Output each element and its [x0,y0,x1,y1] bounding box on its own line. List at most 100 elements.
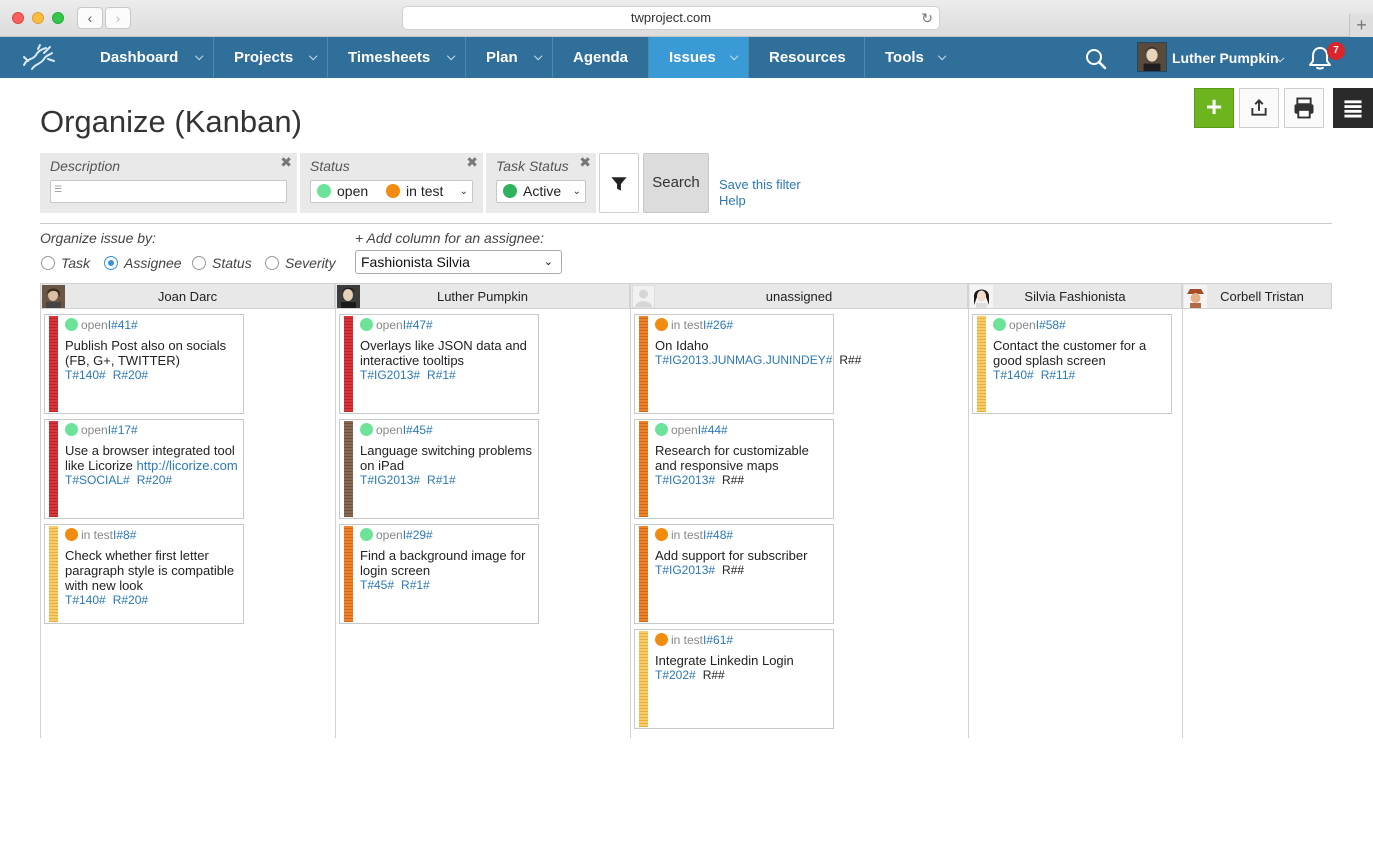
chevron-down-icon: ⌄ [459,186,468,197]
nav-resources[interactable]: Resources [749,37,865,78]
close-icon[interactable]: ✖ [466,154,478,171]
severity-bar[interactable] [344,421,353,517]
issue-card[interactable]: openI#41# Publish Post also on socials (F… [44,314,244,414]
resource-code-link[interactable]: R#20# [113,368,148,382]
chevron-down-icon[interactable]: ⌵ [938,37,946,78]
severity-bar[interactable] [49,421,58,517]
close-icon[interactable]: ✖ [579,154,591,171]
status-text: in test [671,633,704,647]
resource-code-link[interactable]: R#20# [113,593,148,607]
close-window-button[interactable] [12,12,24,24]
issue-card[interactable]: in testI#48# Add support for subscriber T#… [634,524,834,624]
main-navigation: Dashboard ⌵ Projects ⌵ Timesheets ⌵ Plan… [0,37,1373,78]
issue-meta: T#IG2013# R#1# [360,473,535,488]
issue-id-link[interactable]: I#41# [108,318,138,332]
severity-bar[interactable] [639,631,648,727]
notification-badge[interactable]: 7 [1327,42,1345,60]
task-code-link[interactable]: T#IG2013# [360,368,420,382]
severity-bar[interactable] [639,421,648,517]
nav-plan[interactable]: Plan ⌵ [466,37,553,78]
severity-bar[interactable] [49,316,58,412]
task-code-link[interactable]: T#140# [65,593,106,607]
task-status-select[interactable]: Active ⌄ [496,180,586,203]
nav-agenda[interactable]: Agenda [553,37,649,78]
resource-code-link[interactable]: R#1# [427,368,456,382]
export-button[interactable] [1239,88,1279,128]
assignee-select[interactable]: Fashionista Silvia ⌄ [355,250,562,274]
nav-tools[interactable]: Tools ⌵ [865,37,965,78]
issue-id-link[interactable]: I#58# [1036,318,1066,332]
resource-code-link[interactable]: R#20# [137,473,172,487]
issue-id-link[interactable]: I#61# [703,633,733,647]
severity-bar[interactable] [344,316,353,412]
task-code-link[interactable]: T#202# [655,668,696,682]
chevron-down-icon[interactable]: ⌵ [730,37,738,78]
new-tab-button[interactable]: + [1349,14,1373,37]
chevron-down-icon[interactable]: ⌵ [447,37,455,78]
task-code-link[interactable]: T#45# [360,578,394,592]
severity-bar[interactable] [977,316,986,412]
issue-id-link[interactable]: I#44# [698,423,728,437]
issue-card[interactable]: openI#17# Use a browser integrated tool l… [44,419,244,519]
address-bar[interactable]: twproject.com ↻ [402,6,940,30]
nav-dashboard[interactable]: Dashboard ⌵ [80,37,214,78]
nav-timesheets[interactable]: Timesheets ⌵ [328,37,466,78]
task-code-link[interactable]: T#SOCIAL# [65,473,130,487]
task-code-link[interactable]: T#IG2013.JUNMAG.JUNINDEY# [655,353,832,367]
twproject-logo-icon[interactable] [18,43,58,73]
issue-id-link[interactable]: I#29# [403,528,433,542]
severity-bar[interactable] [344,526,353,622]
issue-id-link[interactable]: I#26# [703,318,733,332]
forward-button[interactable]: › [105,7,131,29]
task-code-link[interactable]: T#IG2013# [655,563,715,577]
close-icon[interactable]: ✖ [280,154,292,171]
issue-card[interactable]: openI#44# Research for customizable and r… [634,419,834,519]
chevron-down-icon[interactable]: ⌵ [1276,43,1284,75]
issue-id-link[interactable]: I#8# [113,528,136,542]
issue-id-link[interactable]: I#45# [403,423,433,437]
status-dot [655,633,668,646]
print-button[interactable] [1284,88,1324,128]
resource-code-link[interactable]: R#1# [401,578,430,592]
status-select[interactable]: open in test ⌄ [310,180,473,203]
issue-card[interactable]: in testI#61# Integrate Linkedin Login T#20… [634,629,834,729]
issue-id-link[interactable]: I#17# [108,423,138,437]
add-issue-button[interactable]: + [1194,88,1234,128]
nav-issues[interactable]: Issues ⌵ [649,37,749,78]
help-link[interactable]: Help [719,193,746,208]
filter-button[interactable] [599,153,639,213]
description-input[interactable]: ☰ [50,180,287,203]
issue-card[interactable]: openI#45# Language switching problems on … [339,419,539,519]
issue-card[interactable]: openI#47# Overlays like JSON data and int… [339,314,539,414]
chevron-down-icon[interactable]: ⌵ [195,37,203,78]
issue-meta: T#IG2013# R## [655,473,830,488]
reload-icon[interactable]: ↻ [921,7,933,29]
issue-id-link[interactable]: I#48# [703,528,733,542]
severity-bar[interactable] [49,526,58,622]
task-code-link[interactable]: T#140# [65,368,106,382]
chevron-down-icon[interactable]: ⌵ [309,37,317,78]
minimize-window-button[interactable] [32,12,44,24]
task-code-link[interactable]: T#IG2013# [360,473,420,487]
task-code-link[interactable]: T#IG2013# [655,473,715,487]
back-button[interactable]: ‹ [77,7,103,29]
chevron-down-icon[interactable]: ⌵ [534,37,542,78]
issue-url-link[interactable]: http://licorize.com [137,458,238,473]
search-icon[interactable] [1085,48,1107,70]
issue-card[interactable]: openI#58# Contact the customer for a good… [972,314,1172,414]
issue-card[interactable]: in testI#8# Check whether first letter pa… [44,524,244,624]
nav-projects[interactable]: Projects ⌵ [214,37,328,78]
task-code-link[interactable]: T#140# [993,368,1034,382]
severity-bar[interactable] [639,316,648,412]
severity-bar[interactable] [639,526,648,622]
save-filter-link[interactable]: Save this filter [719,177,801,192]
issue-card[interactable]: in testI#26# On Idaho T#IG2013.JUNMAG.JUNI… [634,314,861,414]
maximize-window-button[interactable] [52,12,64,24]
resource-code-link[interactable]: R#1# [427,473,456,487]
resource-code-link[interactable]: R#11# [1041,368,1075,382]
issue-card[interactable]: openI#29# Find a background image for log… [339,524,539,624]
issue-id-link[interactable]: I#47# [403,318,433,332]
menu-button[interactable] [1333,88,1373,128]
search-button[interactable]: Search [643,153,709,213]
issue-description: Use a browser integrated tool like Licor… [65,443,240,488]
